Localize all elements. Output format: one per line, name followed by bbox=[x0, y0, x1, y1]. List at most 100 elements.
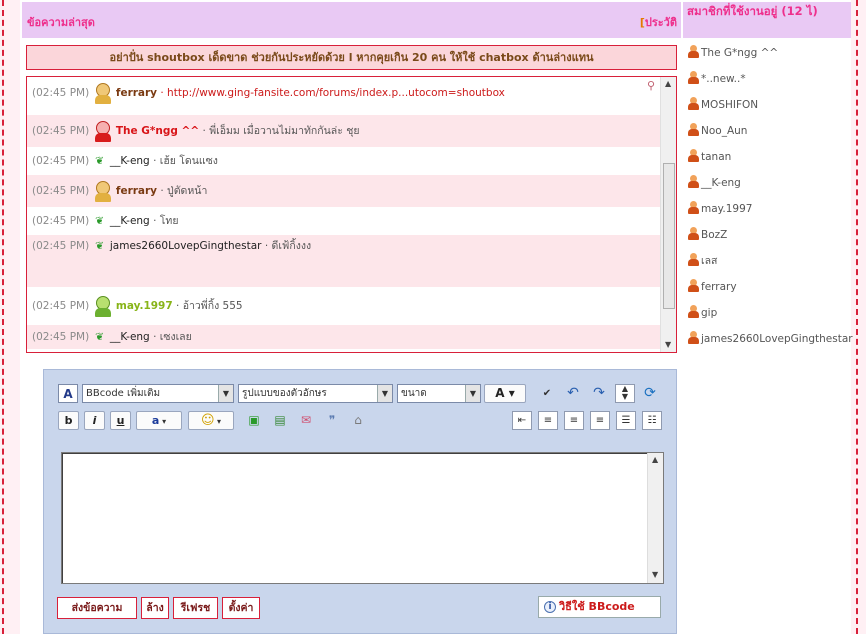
smiley-button[interactable]: ☺ ▾ bbox=[188, 411, 234, 430]
message-user[interactable]: __K-eng bbox=[110, 155, 150, 167]
align-right-icon[interactable]: ≡ bbox=[590, 411, 610, 430]
insert-link-icon[interactable]: ▣ bbox=[244, 411, 264, 430]
underline-label: u bbox=[116, 414, 125, 427]
message-row: (02:45 PM) may.1997 · อ้าวพี่กิ้ง 555 bbox=[27, 289, 660, 323]
numbered-list-icon[interactable]: ☰ bbox=[616, 411, 636, 430]
italic-button[interactable]: i bbox=[84, 411, 105, 430]
message-row: (02:45 PM) ferrary · http://www.ging-fan… bbox=[27, 79, 660, 107]
history-link[interactable]: [ประวัติ bbox=[640, 13, 677, 31]
align-left-icon[interactable]: ≡ bbox=[538, 411, 558, 430]
user-icon bbox=[687, 227, 699, 240]
message-time: (02:45 PM) bbox=[32, 185, 90, 197]
online-user-item[interactable]: tanan bbox=[687, 149, 731, 165]
chevron-down-icon: ▼ bbox=[465, 385, 480, 402]
insert-image-icon[interactable]: ▤ bbox=[270, 411, 290, 430]
insert-code-icon[interactable]: ⌂ bbox=[348, 411, 368, 430]
text-color-button[interactable]: a ▾ bbox=[136, 411, 182, 430]
chat-scrollbar[interactable]: ▲ ▼ bbox=[660, 77, 676, 352]
girl-avatar-icon bbox=[93, 180, 113, 202]
shoutbox-messages[interactable]: (02:45 PM) ferrary · http://www.ging-fan… bbox=[26, 76, 677, 353]
message-user[interactable]: ferrary bbox=[116, 87, 157, 99]
message-time: (02:45 PM) bbox=[32, 215, 90, 227]
refresh-button[interactable]: รีเฟรช bbox=[173, 597, 218, 619]
message-text: · เฮ้ย โดนแซง bbox=[153, 155, 218, 167]
font-select[interactable]: รูปแบบของตัวอักษร ▼ bbox=[238, 384, 393, 403]
insert-email-icon[interactable]: ✉ bbox=[296, 411, 316, 430]
user-icon bbox=[687, 331, 699, 344]
online-user-item[interactable]: เลส bbox=[687, 253, 717, 269]
online-user-name: MOSHIFON bbox=[701, 99, 759, 111]
bullet-list-icon[interactable]: ☷ bbox=[642, 411, 662, 430]
online-user-item[interactable]: gip bbox=[687, 305, 717, 321]
online-user-item[interactable]: Noo_Aun bbox=[687, 123, 747, 139]
insert-quote-icon[interactable]: ❞ bbox=[322, 411, 342, 430]
size-select[interactable]: ขนาด ▼ bbox=[397, 384, 481, 403]
page-frame: ข้อความล่าสุด [ประวัติ อย่าปั่น shoutbox… bbox=[0, 0, 866, 634]
align-center-icon[interactable]: ≡ bbox=[564, 411, 584, 430]
switch-mode-icon[interactable]: ⟳ bbox=[640, 384, 660, 403]
bbcode-select[interactable]: BBcode เพิ่มเติม ▼ bbox=[82, 384, 234, 403]
left-dashed-border bbox=[2, 0, 4, 634]
online-user-name: The G*ngg ^^ bbox=[701, 47, 779, 59]
message-text: · ดีเฟ้กิ้งงง bbox=[264, 240, 312, 252]
online-user-item[interactable]: may.1997 bbox=[687, 201, 752, 217]
spellcheck-icon[interactable]: ✔ bbox=[537, 384, 557, 403]
send-button[interactable]: ส่งข้อความ bbox=[57, 597, 137, 619]
sprout-icon: ❦ bbox=[95, 331, 104, 343]
info-icon: i bbox=[544, 601, 556, 613]
message-text: · พี่เอ็มม เมื่อวานไม่มาทักกันล่ะ ชุย bbox=[202, 125, 360, 137]
message-user[interactable]: The G*ngg ^^ bbox=[116, 125, 199, 137]
online-users-title: สมาชิกที่ใช้งานอยู่ (12 ไ) bbox=[683, 2, 851, 38]
bbcode-help-button[interactable]: i วิธีใช้ BBcode bbox=[538, 596, 661, 618]
scroll-up-icon[interactable]: ▲ bbox=[652, 455, 658, 464]
message-time: (02:45 PM) bbox=[32, 300, 90, 312]
user-icon bbox=[687, 97, 699, 110]
bold-button[interactable]: b bbox=[58, 411, 79, 430]
font-color-label: A bbox=[495, 386, 505, 400]
message-textarea[interactable]: ▲ ▼ bbox=[61, 452, 664, 584]
font-color-select[interactable]: A ▾ bbox=[484, 384, 526, 403]
user-icon bbox=[687, 175, 699, 188]
message-text: · เซงเลย bbox=[153, 331, 192, 343]
history-label: ประวัติ bbox=[644, 16, 677, 29]
online-user-item[interactable]: BozZ bbox=[687, 227, 727, 243]
online-user-name: tanan bbox=[701, 151, 732, 163]
resize-icon[interactable]: ▲ ▼ bbox=[615, 384, 635, 403]
chat-editor: A BBcode เพิ่มเติม ▼ รูปแบบของตัวอักษร ▼ ข… bbox=[43, 369, 677, 634]
scroll-down-icon[interactable]: ▼ bbox=[665, 340, 671, 349]
right-dashed-border bbox=[856, 0, 858, 634]
online-user-item[interactable]: ferrary bbox=[687, 279, 737, 295]
scrollbar-thumb[interactable] bbox=[663, 163, 675, 309]
settings-button[interactable]: ตั้งค่า bbox=[222, 597, 260, 619]
undo-icon[interactable]: ↶ bbox=[563, 384, 583, 403]
online-user-item[interactable]: MOSHIFON bbox=[687, 97, 758, 113]
user-icon bbox=[687, 305, 699, 318]
pin-icon[interactable]: ⚲ bbox=[647, 79, 655, 92]
message-row: (02:45 PM) ❦ __K-eng · โทย bbox=[27, 209, 660, 233]
online-user-item[interactable]: *..new..* bbox=[687, 71, 746, 87]
outdent-icon[interactable]: ⇤ bbox=[512, 411, 532, 430]
textarea-scrollbar[interactable]: ▲ ▼ bbox=[647, 453, 663, 583]
online-user-item[interactable]: __K-eng bbox=[687, 175, 741, 191]
bold-label: b bbox=[64, 414, 73, 427]
message-text: · โทย bbox=[153, 215, 179, 227]
message-time: (02:45 PM) bbox=[32, 125, 90, 137]
message-user[interactable]: __K-eng bbox=[110, 331, 150, 343]
remove-format-icon[interactable]: A bbox=[58, 384, 78, 403]
size-select-value: ขนาด bbox=[401, 388, 427, 399]
message-time: (02:45 PM) bbox=[32, 331, 90, 343]
message-row: (02:45 PM) The G*ngg ^^ · พี่เอ็มม เมื่อ… bbox=[27, 115, 660, 147]
message-user[interactable]: james2660LovepGingthestar bbox=[110, 240, 262, 252]
clear-button[interactable]: ล้าง bbox=[141, 597, 169, 619]
online-user-item[interactable]: The G*ngg ^^ bbox=[687, 45, 778, 61]
online-user-item[interactable]: james2660LovepGingthestar bbox=[687, 331, 853, 347]
message-link[interactable]: · http://www.ging-fansite.com/forums/ind… bbox=[160, 87, 505, 99]
underline-button[interactable]: u bbox=[110, 411, 131, 430]
scroll-down-icon[interactable]: ▼ bbox=[652, 570, 658, 579]
message-user[interactable]: may.1997 bbox=[116, 300, 173, 312]
online-user-name: james2660LovepGingthestar bbox=[701, 333, 853, 345]
redo-icon[interactable]: ↷ bbox=[589, 384, 609, 403]
message-user[interactable]: __K-eng bbox=[110, 215, 150, 227]
scroll-up-icon[interactable]: ▲ bbox=[665, 79, 671, 88]
message-user[interactable]: ferrary bbox=[116, 185, 157, 197]
